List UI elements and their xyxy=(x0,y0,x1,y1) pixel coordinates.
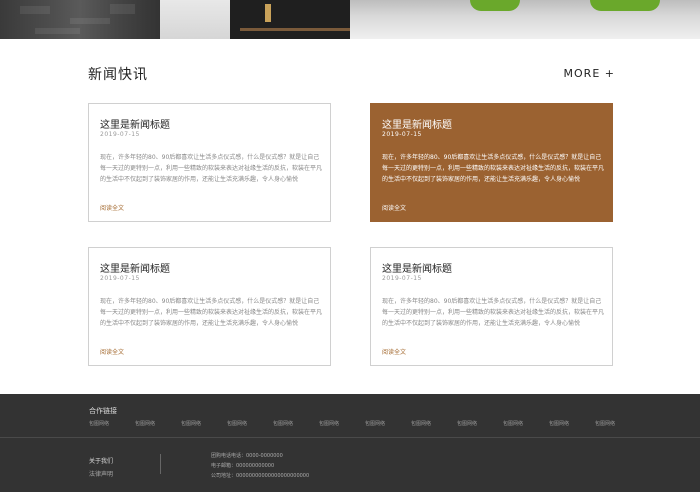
partner-link[interactable]: 包图网络 xyxy=(181,420,201,427)
partner-link[interactable]: 包图网络 xyxy=(503,420,523,427)
news-date: 2019-07-15 xyxy=(382,131,422,138)
shelf-image xyxy=(240,28,350,31)
news-excerpt: 现在，许多年轻的80、90后都喜欢让生活多点仪式感，什么是仪式感？就是让自己每一… xyxy=(382,154,605,183)
green-cushion-image xyxy=(470,0,520,11)
tv-wall-image xyxy=(230,0,350,39)
news-card[interactable]: 这里是新闻标题 2019-07-15 现在，许多年轻的80、90后都喜欢让生活多… xyxy=(370,247,613,366)
contact-phone: 团购电话电话：0000-0000000 xyxy=(211,453,283,459)
stone-wall-image xyxy=(0,0,160,39)
news-excerpt: 现在，许多年轻的80、90后都喜欢让生活多点仪式感，什么是仪式感？就是让自己每一… xyxy=(100,154,323,183)
footer-divider xyxy=(0,437,700,438)
news-title[interactable]: 这里是新闻标题 xyxy=(382,260,452,275)
partner-link[interactable]: 包图网络 xyxy=(457,420,477,427)
contact-address: 公司地址：00000000000000000000000 xyxy=(211,473,310,479)
sofa-image xyxy=(350,0,700,39)
hero-banner-image xyxy=(0,0,700,39)
news-title[interactable]: 这里是新闻标题 xyxy=(100,260,170,275)
news-date: 2019-07-15 xyxy=(100,131,140,138)
news-date: 2019-07-15 xyxy=(382,275,422,282)
news-card[interactable]: 这里是新闻标题 2019-07-15 现在，许多年轻的80、90后都喜欢让生活多… xyxy=(88,247,331,366)
partner-links-title: 合作链接 xyxy=(89,407,117,415)
green-cushion-image xyxy=(590,0,660,11)
contact-email: 电子邮箱：000000000000 xyxy=(211,463,275,469)
news-excerpt: 现在，许多年轻的80、90后都喜欢让生活多点仪式感，什么是仪式感？就是让自己每一… xyxy=(382,298,605,327)
news-date: 2019-07-15 xyxy=(100,275,140,282)
read-more-link[interactable]: 阅读全文 xyxy=(100,347,124,356)
contact-info: 团购电话电话：0000-0000000 电子邮箱：000000000000 公司… xyxy=(211,451,309,481)
news-excerpt: 现在，许多年轻的80、90后都喜欢让生活多点仪式感，什么是仪式感？就是让自己每一… xyxy=(100,298,323,327)
news-card[interactable]: 这里是新闻标题 2019-07-15 现在，许多年轻的80、90后都喜欢让生活多… xyxy=(88,103,331,222)
partner-link[interactable]: 包图网络 xyxy=(135,420,155,427)
read-more-link[interactable]: 阅读全文 xyxy=(382,347,406,356)
partner-link[interactable]: 包图网络 xyxy=(273,420,293,427)
footer: 合作链接 包图网络 包图网络 包图网络 包图网络 包图网络 包图网络 包图网络 … xyxy=(0,394,700,492)
section-title: 新闻快讯 xyxy=(88,67,148,83)
read-more-link[interactable]: 阅读全文 xyxy=(382,203,406,212)
lamp-image xyxy=(265,4,271,22)
partner-link[interactable]: 包图网络 xyxy=(595,420,615,427)
partner-link[interactable]: 包图网络 xyxy=(365,420,385,427)
read-more-link[interactable]: 阅读全文 xyxy=(100,203,124,212)
partner-link[interactable]: 包图网络 xyxy=(89,420,109,427)
partner-link[interactable]: 包图网络 xyxy=(227,420,247,427)
partner-link[interactable]: 包图网络 xyxy=(549,420,569,427)
more-link[interactable]: MORE + xyxy=(564,67,615,80)
partner-link[interactable]: 包图网络 xyxy=(411,420,431,427)
news-card-highlighted[interactable]: 这里是新闻标题 2019-07-15 现在，许多年轻的80、90后都喜欢让生活多… xyxy=(370,103,613,222)
about-us-label: 关于我们 xyxy=(89,458,114,465)
news-title[interactable]: 这里是新闻标题 xyxy=(100,116,170,131)
news-title[interactable]: 这里是新闻标题 xyxy=(382,116,452,131)
partner-links: 包图网络 包图网络 包图网络 包图网络 包图网络 包图网络 包图网络 包图网络 … xyxy=(89,420,649,430)
legal-notice-link[interactable]: 法律声明 xyxy=(89,469,113,478)
partner-link[interactable]: 包图网络 xyxy=(319,420,339,427)
footer-vertical-divider xyxy=(160,454,161,474)
